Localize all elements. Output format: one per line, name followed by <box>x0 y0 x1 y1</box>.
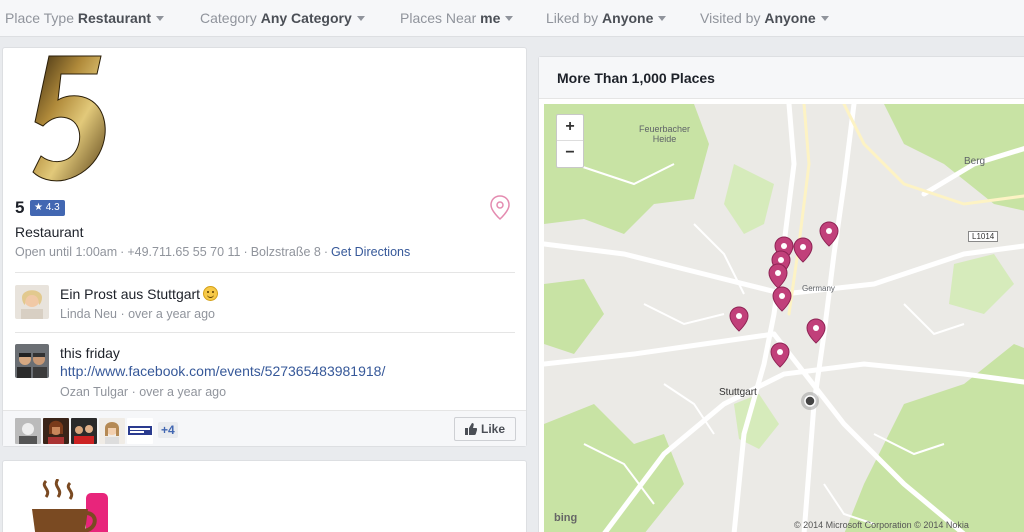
place-logo-five[interactable] <box>31 52 111 184</box>
filter-value: me <box>480 10 501 26</box>
map-header: More Than 1,000 Places <box>539 57 1024 99</box>
avatar[interactable] <box>15 344 49 378</box>
post-meta: Linda Neu · over a year ago <box>60 307 215 321</box>
map-tiles[interactable] <box>544 104 1024 532</box>
place-category: Restaurant <box>15 224 84 240</box>
filter-category[interactable]: Category Any Category <box>200 10 365 26</box>
caret-down-icon <box>820 16 829 21</box>
map-label-stuttgart: Stuttgart <box>719 387 757 398</box>
map-panel: More Than 1,000 Places + − Feuerbacher H… <box>538 56 1024 532</box>
post-meta: Ozan Tulgar · over a year ago <box>60 385 227 399</box>
rating-badge: ★ 4.3 <box>30 200 65 216</box>
caret-down-icon <box>156 16 165 21</box>
filter-label: Visited by <box>700 10 761 26</box>
filter-value: Anyone <box>602 10 654 26</box>
filter-label: Places Near <box>400 10 477 26</box>
post-text: this friday <box>60 345 120 361</box>
filter-label: Place Type <box>5 10 75 26</box>
zoom-controls: + − <box>556 114 584 168</box>
like-button[interactable]: Like <box>454 417 516 441</box>
place-card <box>2 460 527 532</box>
friend-avatar[interactable] <box>43 418 69 444</box>
filter-visited-by[interactable]: Visited by Anyone <box>700 10 829 26</box>
filter-value: Restaurant <box>77 10 152 26</box>
event-link[interactable]: http://www.facebook.com/events/527365483… <box>60 363 385 379</box>
filter-liked-by[interactable]: Liked by Anyone <box>546 10 667 26</box>
caret-down-icon <box>505 16 514 21</box>
post-author[interactable]: Ozan Tulgar <box>60 385 128 399</box>
filter-bar: Place Type Restaurant Category Any Categ… <box>0 0 1024 37</box>
post-time[interactable]: over a year ago <box>139 385 226 399</box>
friend-avatar[interactable] <box>71 418 97 444</box>
caret-down-icon <box>356 16 365 21</box>
filter-place-type[interactable]: Place Type Restaurant <box>5 10 165 26</box>
avatar[interactable] <box>15 285 49 319</box>
post-author[interactable]: Linda Neu <box>60 307 117 321</box>
divider <box>15 332 515 333</box>
place-phone: +49.711.65 55 70 11 <box>127 245 241 259</box>
map-label-berg: Berg <box>964 156 986 167</box>
friend-avatar[interactable] <box>15 418 41 444</box>
map-canvas[interactable]: + − Feuerbacher Heide Berg Stuttgart Ger… <box>544 104 1024 532</box>
filter-label: Category <box>200 10 257 26</box>
filter-value: Anyone <box>764 10 816 26</box>
map-label-germany: Germany <box>802 284 835 293</box>
post-text: Ein Prost aus Stuttgart <box>60 286 219 302</box>
zoom-out-button[interactable]: − <box>557 141 583 167</box>
more-friends-count[interactable]: +4 <box>158 422 178 438</box>
smiley-emoji-icon <box>203 286 219 301</box>
card-footer: +4 Like <box>3 410 526 446</box>
get-directions-link[interactable]: Get Directions <box>331 245 410 259</box>
friend-avatar[interactable] <box>127 418 153 444</box>
map-copyright: © 2014 Microsoft Corporation © 2014 Noki… <box>794 520 969 530</box>
caret-down-icon <box>658 16 667 21</box>
thumbs-up-icon <box>464 423 477 435</box>
place-card: 5 ★ 4.3 Restaurant Open until 1:00am · +49… <box>2 47 527 447</box>
location-pin-icon[interactable] <box>489 195 511 221</box>
map-label-heide: Feuerbacher Heide <box>639 124 691 144</box>
road-number-badge: L1014 <box>968 231 999 242</box>
divider <box>15 272 515 273</box>
friend-avatar[interactable] <box>99 418 125 444</box>
like-label: Like <box>480 422 505 436</box>
place-address: Bolzstraße 8 <box>250 245 321 259</box>
filter-places-near[interactable]: Places Near me <box>400 10 514 26</box>
map-title: More Than 1,000 Places <box>557 70 715 86</box>
post-time[interactable]: over a year ago <box>128 307 215 321</box>
filter-value: Any Category <box>260 10 352 26</box>
place-hours: Open until 1:00am <box>15 245 118 259</box>
coffee-cup-logo[interactable] <box>28 479 108 532</box>
bing-logo: bing <box>554 512 578 524</box>
filter-label: Liked by <box>546 10 599 26</box>
place-name[interactable]: 5 <box>15 198 24 218</box>
zoom-in-button[interactable]: + <box>557 115 583 141</box>
place-meta: Open until 1:00am · +49.711.65 55 70 11 · Bo… <box>15 245 411 259</box>
